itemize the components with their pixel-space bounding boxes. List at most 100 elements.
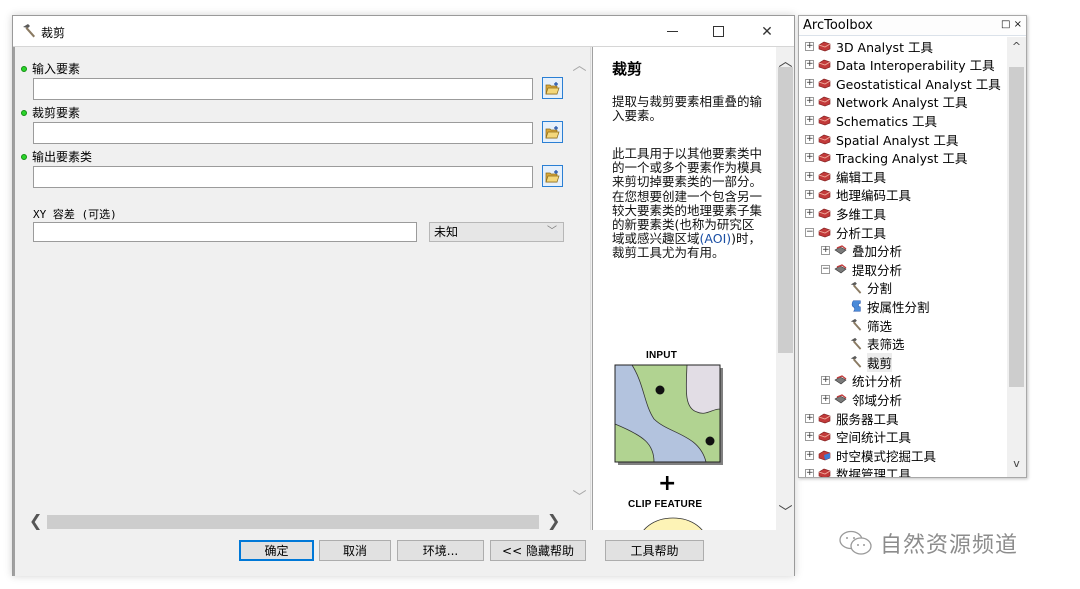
tree-item-label: 提取分析: [852, 262, 903, 278]
parameters-panel: 输入要素 裁剪要素 输出要素类 XY 容差 (可选) 未知 ﹀ ︿ ﹀ ❮ ❯: [13, 47, 591, 530]
expand-icon[interactable]: +: [805, 450, 814, 460]
clip-features-field[interactable]: [33, 122, 533, 144]
scroll-up-icon[interactable]: ︿: [570, 55, 589, 75]
dialog-titlebar[interactable]: 裁剪 ✕: [13, 16, 794, 47]
expand-icon[interactable]: +: [805, 41, 814, 51]
input-features-field[interactable]: [33, 78, 533, 100]
tool-help-button[interactable]: 工具帮助: [605, 540, 704, 561]
environments-button[interactable]: 环境...: [397, 540, 484, 561]
toolbox-tree-item[interactable]: + Network Analyst 工具: [805, 93, 968, 111]
scroll-left-icon[interactable]: ❮: [29, 511, 42, 530]
toolbox-tree-item[interactable]: + 编辑工具: [805, 167, 886, 185]
collapse-icon[interactable]: −: [821, 264, 830, 274]
help-vertical-scrollbar[interactable]: ︿ ﹀: [776, 47, 794, 530]
toolbox-tree-item[interactable]: 按属性分割: [849, 297, 930, 315]
expand-icon[interactable]: +: [805, 60, 814, 70]
close-icon: ✕: [761, 23, 773, 40]
expand-icon[interactable]: +: [805, 97, 814, 107]
output-feature-class-browse-button[interactable]: [542, 165, 563, 187]
toolbox-tree-item[interactable]: 筛选: [849, 316, 892, 334]
maximize-button[interactable]: [695, 16, 741, 47]
toolbox-tree-item[interactable]: + 统计分析: [821, 372, 902, 390]
scroll-down-icon[interactable]: ﹀: [776, 502, 794, 522]
toolbox-blue-icon: [818, 450, 836, 461]
output-feature-class-label: 输出要素类: [21, 148, 92, 165]
toolbox-tree-item[interactable]: 表筛选: [849, 335, 905, 353]
toolbox-tree-item[interactable]: − 提取分析: [821, 260, 902, 278]
open-folder-icon: [545, 81, 560, 94]
toolbox-tree-item[interactable]: + Tracking Analyst 工具: [805, 149, 967, 167]
toolbox-tree-item[interactable]: + Spatial Analyst 工具: [805, 130, 958, 148]
tree-item-label: 表筛选: [867, 337, 905, 353]
toolset-icon: [834, 263, 852, 275]
ok-button[interactable]: 确定: [239, 540, 314, 561]
clip-features-browse-button[interactable]: [542, 121, 563, 143]
parameters-horizontal-scrollbar[interactable]: ❮ ❯: [27, 511, 567, 530]
collapse-icon[interactable]: −: [805, 227, 814, 237]
hide-help-button[interactable]: << 隐藏帮助: [490, 540, 586, 561]
toolbox-tree-item[interactable]: − 分析工具: [805, 223, 886, 241]
tree-item-label: 邻域分析: [852, 392, 903, 408]
toolbox-vertical-scrollbar[interactable]: ^ v: [1007, 37, 1026, 477]
toolbox-tree-item[interactable]: + 空间统计工具: [805, 428, 911, 446]
input-features-browse-button[interactable]: [542, 77, 563, 99]
toolbox-icon: [818, 59, 836, 70]
expand-icon[interactable]: +: [805, 208, 814, 218]
tree-item-label: Schematics 工具: [836, 113, 937, 129]
parameters-vertical-scrollbar[interactable]: ︿ ﹀: [570, 47, 589, 512]
expand-icon[interactable]: +: [805, 153, 814, 163]
scroll-down-icon[interactable]: v: [1007, 457, 1026, 470]
cancel-button[interactable]: 取消: [319, 540, 391, 561]
toolbox-tree-item[interactable]: + 地理编码工具: [805, 186, 911, 204]
toolbox-tree-item[interactable]: + Schematics 工具: [805, 111, 937, 129]
tree-item-label: 时空模式挖掘工具: [836, 448, 937, 464]
expand-icon[interactable]: +: [821, 246, 830, 256]
tree-item-label: 地理编码工具: [836, 188, 912, 204]
help-scroll-thumb[interactable]: [778, 67, 793, 353]
toolbox-tree-item[interactable]: + 邻域分析: [821, 390, 902, 408]
tree-item-label: 统计分析: [852, 374, 903, 390]
expand-icon[interactable]: +: [805, 171, 814, 181]
expand-icon[interactable]: +: [805, 78, 814, 88]
toolbox-tree-item[interactable]: 裁剪: [849, 352, 893, 372]
figure-input-label: INPUT: [646, 350, 677, 361]
close-button[interactable]: ✕: [744, 16, 790, 47]
toolbox-tree-item[interactable]: 分割: [849, 279, 892, 297]
chevron-down-icon: ﹀: [547, 226, 557, 237]
xy-tolerance-field[interactable]: [33, 222, 417, 242]
minimize-button[interactable]: [649, 16, 695, 47]
toolbox-tree-item[interactable]: + Geostatistical Analyst 工具: [805, 74, 1001, 92]
expand-icon[interactable]: +: [821, 376, 830, 386]
expand-icon[interactable]: +: [805, 432, 814, 442]
tree-item-label: 筛选: [867, 318, 893, 334]
scroll-down-icon[interactable]: ﹀: [570, 487, 589, 507]
toolbox-scroll-thumb[interactable]: [1009, 67, 1024, 387]
scroll-up-icon[interactable]: ^: [1007, 40, 1026, 53]
toolbox-tree-item[interactable]: + Data Interoperability 工具: [805, 56, 995, 74]
scroll-right-icon[interactable]: ❯: [547, 511, 560, 530]
figure-clip-label: CLIP FEATURE: [628, 499, 703, 510]
window-controls-icon[interactable]: □ ×: [1001, 19, 1022, 30]
hammer-icon: [849, 337, 867, 351]
toolbox-tree-item[interactable]: +3D Analyst 工具: [805, 37, 933, 55]
toolbox-tree-item[interactable]: + 多维工具: [805, 204, 886, 222]
toolbox-tree-item[interactable]: + 叠加分析: [821, 242, 902, 260]
arctoolbox-header[interactable]: ArcToolbox □ ×: [799, 16, 1026, 36]
output-feature-class-field[interactable]: [33, 166, 533, 188]
xy-tolerance-unit-select[interactable]: 未知 ﹀: [429, 222, 564, 242]
expand-icon[interactable]: +: [805, 469, 814, 477]
expand-icon[interactable]: +: [805, 190, 814, 200]
expand-icon[interactable]: +: [821, 394, 830, 404]
expand-icon[interactable]: +: [805, 115, 814, 125]
tree-item-label: 3D Analyst 工具: [836, 39, 933, 55]
toolbox-tree-item[interactable]: + 数据管理工具: [805, 465, 911, 477]
toolbox-tree-item[interactable]: + 服务器工具: [805, 409, 899, 427]
toolbox-icon: [818, 78, 836, 89]
toolbox-tree-item[interactable]: + 时空模式挖掘工具: [805, 446, 936, 464]
expand-icon[interactable]: +: [805, 413, 814, 423]
clip-tool-dialog: 裁剪 ✕ 输入要素 裁剪要素 输出要素类 XY 容差 (可选) 未知 ﹀ ︿ ﹀…: [12, 15, 795, 576]
tree-item-label: 数据管理工具: [836, 467, 912, 477]
script-icon: [849, 299, 867, 313]
horizontal-scroll-thumb[interactable]: [47, 515, 539, 529]
expand-icon[interactable]: +: [805, 134, 814, 144]
